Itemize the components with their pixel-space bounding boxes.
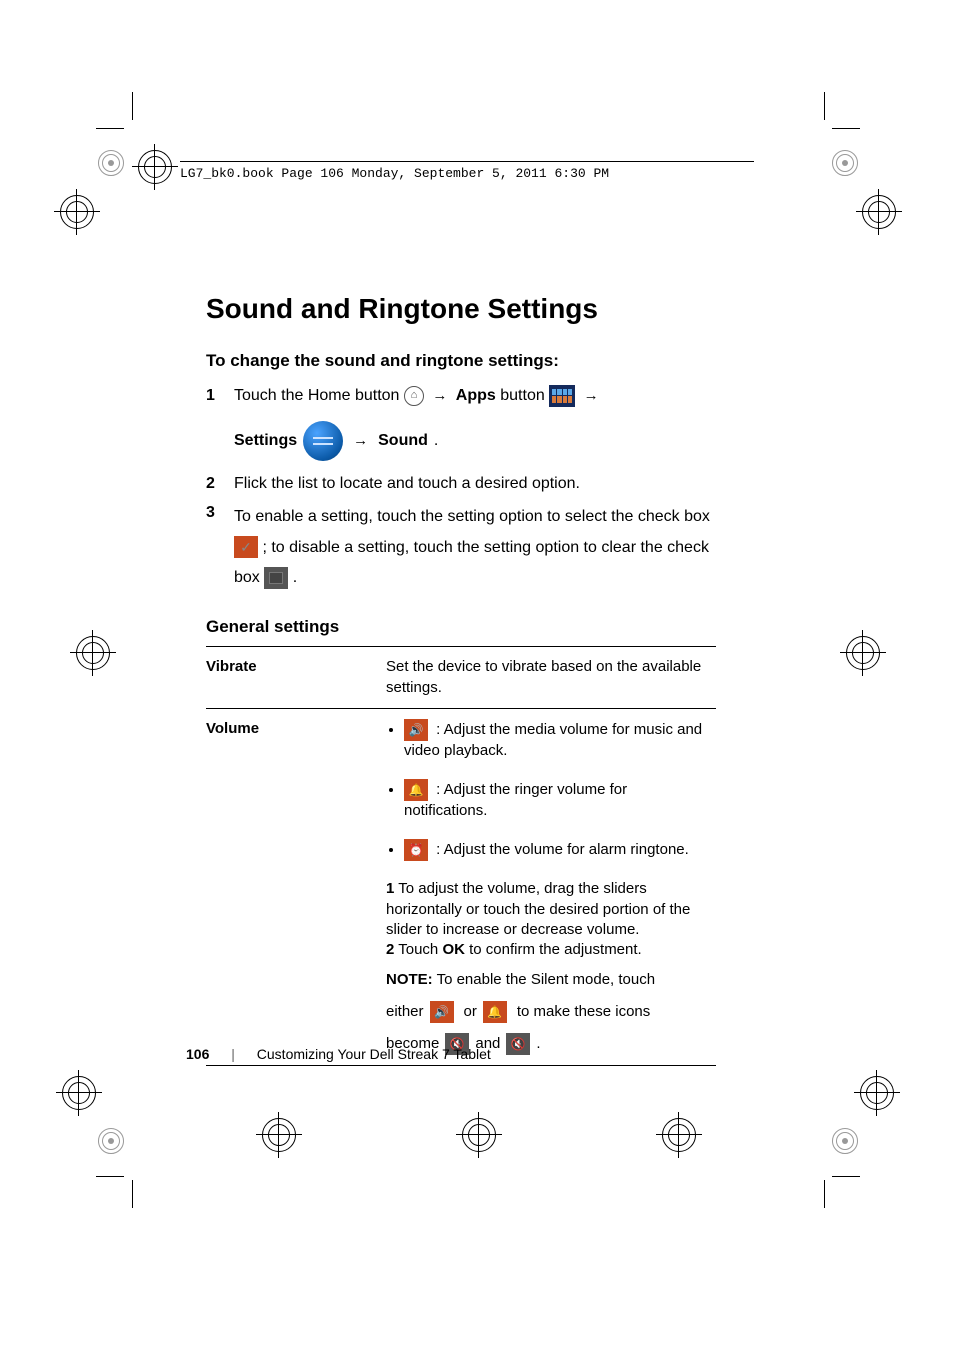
inner-step: 1 To adjust the volume, drag the sliders… <box>386 879 710 940</box>
step-text: button <box>500 387 549 404</box>
page-number: 106 <box>186 1046 209 1062</box>
step-text: To enable a setting, touch the setting o… <box>234 508 710 525</box>
step-2: 2 Flick the list to locate and touch a d… <box>206 473 716 495</box>
crop-mark <box>132 92 133 120</box>
crop-mark <box>824 92 825 120</box>
text: To enable the Silent mode, touch <box>437 971 655 988</box>
step-text: ; to disable a setting, touch the settin… <box>234 539 709 586</box>
page: LG7_bk0.book Page 106 Monday, September … <box>0 0 954 1351</box>
inner-step: 2 Touch OK to confirm the adjustment. <box>386 940 710 960</box>
crop-mark <box>832 1176 860 1177</box>
settings-icon <box>303 421 343 461</box>
step-text: . <box>293 569 297 586</box>
text: to make these icons <box>517 1002 650 1022</box>
list-item: 🔔 : Adjust the ringer volume for notific… <box>404 779 710 821</box>
registration-mark-icon <box>62 1076 96 1110</box>
header-rule <box>180 161 754 162</box>
step-number: 3 <box>206 502 234 593</box>
ringer-muted-icon: 🔇 <box>506 1033 530 1055</box>
text: either <box>386 1002 424 1022</box>
registration-mark-icon <box>462 1118 496 1152</box>
procedure-heading: To change the sound and ringtone setting… <box>206 350 716 373</box>
arrow-icon: → <box>432 387 447 404</box>
ok-label: OK <box>442 941 465 958</box>
alarm-volume-icon: ⏰ <box>404 839 428 861</box>
text: To adjust the volume, drag the sliders h… <box>386 880 690 938</box>
step-text: Flick the list to locate and touch a des… <box>234 473 716 495</box>
apps-label: Apps <box>456 387 496 404</box>
registration-target-icon <box>98 150 124 176</box>
text: : Adjust the ringer volume for notificat… <box>404 781 627 819</box>
header-filename: LG7_bk0.book Page 106 Monday, September … <box>180 166 740 181</box>
step-1: 1 Touch the Home button ⌂ → Apps button … <box>206 385 716 461</box>
text: to confirm the adjustment. <box>469 941 642 958</box>
registration-target-icon <box>98 1128 124 1154</box>
text: : Adjust the media volume for music and … <box>404 721 702 759</box>
arrow-icon: → <box>584 387 599 404</box>
section-heading: General settings <box>206 616 716 639</box>
setting-name: Vibrate <box>206 647 386 709</box>
chapter-title: Customizing Your Dell Streak 7 Tablet <box>257 1046 491 1062</box>
inner-step-num: 2 <box>386 941 394 958</box>
registration-mark-icon <box>262 1118 296 1152</box>
content-body: Sound and Ringtone Settings To change th… <box>206 290 716 1066</box>
inner-step-num: 1 <box>386 880 394 897</box>
registration-target-icon <box>832 1128 858 1154</box>
registration-target-icon <box>832 150 858 176</box>
note-block: NOTE: To enable the Silent mode, touch e… <box>386 970 710 1054</box>
text: Touch <box>398 941 442 958</box>
steps-list: 1 Touch the Home button ⌂ → Apps button … <box>206 385 716 594</box>
text: . <box>536 1034 540 1054</box>
media-volume-icon: 🔊 <box>404 719 428 741</box>
checkbox-unchecked-icon <box>264 567 288 589</box>
page-footer: 106 | Customizing Your Dell Streak 7 Tab… <box>186 1046 491 1062</box>
media-volume-icon: 🔊 <box>430 1001 454 1023</box>
step-number: 2 <box>206 473 234 495</box>
settings-table: Vibrate Set the device to vibrate based … <box>206 646 716 1065</box>
registration-mark-icon <box>846 636 880 670</box>
registration-mark-icon <box>138 150 172 184</box>
settings-label: Settings <box>234 430 297 452</box>
ringer-volume-icon: 🔔 <box>483 1001 507 1023</box>
setting-description: Set the device to vibrate based on the a… <box>386 647 716 709</box>
registration-mark-icon <box>860 1076 894 1110</box>
step-number: 1 <box>206 385 234 461</box>
registration-mark-icon <box>662 1118 696 1152</box>
table-row: Vibrate Set the device to vibrate based … <box>206 647 716 709</box>
registration-mark-icon <box>60 195 94 229</box>
sound-label: Sound <box>378 430 428 452</box>
ringer-volume-icon: 🔔 <box>404 779 428 801</box>
home-icon: ⌂ <box>404 386 424 406</box>
checkbox-checked-icon: ✓ <box>234 536 258 558</box>
note-label: NOTE: <box>386 971 433 988</box>
registration-mark-icon <box>862 195 896 229</box>
list-item: ⏰ : Adjust the volume for alarm ringtone… <box>404 839 710 861</box>
text: or <box>464 1002 477 1022</box>
apps-icon <box>549 385 575 407</box>
table-row: Volume 🔊 : Adjust the media volume for m… <box>206 708 716 1065</box>
crop-mark <box>832 128 860 129</box>
crop-mark <box>132 1180 133 1208</box>
crop-mark <box>824 1180 825 1208</box>
separator: | <box>231 1046 235 1062</box>
step-text: Touch the Home button <box>234 387 404 404</box>
page-title: Sound and Ringtone Settings <box>206 290 716 328</box>
arrow-icon: → <box>353 431 368 451</box>
setting-description: 🔊 : Adjust the media volume for music an… <box>386 708 716 1065</box>
setting-name: Volume <box>206 708 386 1065</box>
list-item: 🔊 : Adjust the media volume for music an… <box>404 719 710 761</box>
crop-mark <box>96 1176 124 1177</box>
text: : Adjust the volume for alarm ringtone. <box>436 841 689 858</box>
crop-mark <box>96 128 124 129</box>
step-3: 3 To enable a setting, touch the setting… <box>206 502 716 593</box>
registration-mark-icon <box>76 636 110 670</box>
